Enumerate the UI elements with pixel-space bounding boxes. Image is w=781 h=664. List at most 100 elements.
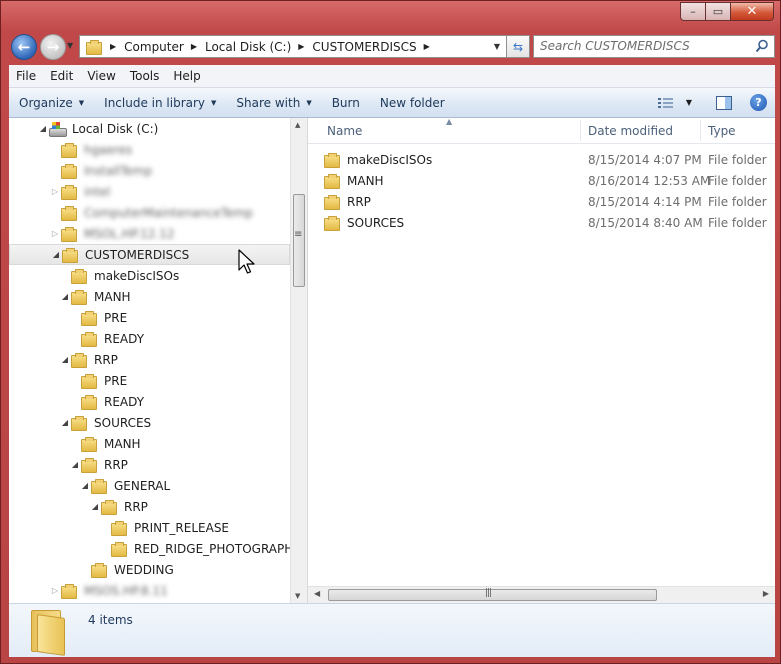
file-type: File folder <box>708 215 767 230</box>
organize-button[interactable]: Organize ▼ <box>9 88 94 117</box>
tree-item-sources-rrp[interactable]: ◢ RRP <box>69 454 128 475</box>
tree-item-manh-pre[interactable]: PRE <box>69 307 127 328</box>
tree-item-blurred[interactable]: ▷ MSOS.HP.8.11 <box>49 580 168 601</box>
column-name[interactable]: Name <box>327 118 362 143</box>
new-folder-button[interactable]: New folder <box>370 88 455 117</box>
chevron-down-icon: ▼ <box>211 98 217 107</box>
file-list-pane[interactable]: ▲ Name Date modified Type makeDiscISOs 8… <box>308 117 775 586</box>
tree-item-blurred[interactable]: ComputerMaintenanceTemp <box>49 202 253 223</box>
tree-item-rrp[interactable]: ◢ RRP <box>59 349 118 370</box>
scroll-down-icon[interactable]: ▼ <box>295 592 300 600</box>
breadcrumb-separator-icon[interactable]: ▶ <box>191 42 197 51</box>
expand-arrow-icon[interactable]: ◢ <box>59 355 71 364</box>
caption-buttons: – ▭ ✕ <box>680 2 774 21</box>
close-button[interactable]: ✕ <box>731 2 774 21</box>
include-in-library-button[interactable]: Include in library ▼ <box>94 88 226 117</box>
menu-tools[interactable]: Tools <box>123 69 167 83</box>
scrollbar-thumb[interactable] <box>293 194 305 287</box>
refresh-button[interactable]: ⇆ <box>507 35 530 58</box>
breadcrumb-local-disk[interactable]: Local Disk (C:) <box>205 40 291 54</box>
column-header-row: ▲ Name Date modified Type <box>308 117 775 144</box>
forward-button[interactable]: → <box>40 34 66 60</box>
tree-item-label: hgaeres <box>84 142 133 157</box>
tree-item-red-ridge-photography[interactable]: RED_RIDGE_PHOTOGRAPHY <box>99 538 290 559</box>
breadcrumb-separator-icon[interactable]: ▶ <box>110 42 116 51</box>
tree-item-blurred[interactable]: ▷ MSOL.HP.12.12 <box>49 223 174 244</box>
tree-item-general-rrp[interactable]: ◢ RRP <box>89 496 148 517</box>
tree-item-manh-ready[interactable]: READY <box>69 328 144 349</box>
column-date-modified[interactable]: Date modified <box>588 118 673 143</box>
file-row[interactable]: MANH 8/16/2014 12:53 AM File folder <box>324 170 775 191</box>
mouse-cursor-icon <box>238 249 255 274</box>
tree-item-manh[interactable]: ◢ MANH <box>59 286 131 307</box>
tree-item-makediscisos[interactable]: makeDiscISOs <box>59 265 179 286</box>
folder-icon <box>111 541 127 557</box>
column-divider[interactable] <box>580 120 581 141</box>
tree-item-rrp-ready[interactable]: READY <box>69 391 144 412</box>
search-box[interactable] <box>533 35 775 58</box>
expand-arrow-icon[interactable]: ◢ <box>37 124 49 133</box>
tree-item-label: RED_RIDGE_PHOTOGRAPHY <box>134 541 290 556</box>
menu-view[interactable]: View <box>80 69 122 83</box>
scroll-right-icon[interactable]: ▶ <box>763 589 769 598</box>
file-row[interactable]: SOURCES 8/15/2014 8:40 AM File folder <box>324 212 775 233</box>
collapsed-arrow-icon[interactable]: ▷ <box>49 229 61 238</box>
folder-icon <box>81 310 97 326</box>
tree-item-sources-manh[interactable]: MANH <box>69 433 141 454</box>
preview-pane-icon[interactable] <box>716 95 732 110</box>
file-name: makeDiscISOs <box>347 152 433 167</box>
navigation-pane-scrollbar[interactable]: ▲ ▼ <box>290 118 307 603</box>
tree-item-local-disk[interactable]: ◢ Local Disk (C:) <box>37 118 158 139</box>
column-divider[interactable] <box>700 120 701 141</box>
menu-edit[interactable]: Edit <box>43 69 80 83</box>
tree-item-label: MSOS.HP.8.11 <box>84 583 168 598</box>
tree-item-print-release[interactable]: PRINT_RELEASE <box>99 517 229 538</box>
include-in-library-label: Include in library <box>104 95 206 110</box>
tree-item-blurred[interactable]: hgaeres <box>49 139 132 160</box>
breadcrumb-customerdiscs[interactable]: CUSTOMERDISCS <box>312 40 416 54</box>
collapsed-arrow-icon[interactable]: ▷ <box>49 187 61 196</box>
expand-arrow-icon[interactable]: ◢ <box>50 250 62 259</box>
tree-item-blurred[interactable]: InstallTemp <box>49 160 152 181</box>
file-list-horizontal-scrollbar[interactable]: ◀ ▶ <box>308 586 775 603</box>
breadcrumb-computer[interactable]: Computer <box>124 40 184 54</box>
maximize-button[interactable]: ▭ <box>706 2 731 21</box>
address-bar[interactable]: ▶ Computer ▶ Local Disk (C:) ▶ CUSTOMERD… <box>79 35 507 58</box>
scroll-left-icon[interactable]: ◀ <box>314 589 320 598</box>
file-row[interactable]: makeDiscISOs 8/15/2014 4:07 PM File fold… <box>324 149 775 170</box>
change-view-button[interactable]: ▼ <box>657 97 692 109</box>
back-button[interactable]: ← <box>11 34 37 60</box>
tree-item-wedding[interactable]: WEDDING <box>79 559 174 580</box>
tree-item-sources[interactable]: ◢ SOURCES <box>59 412 151 433</box>
folder-icon <box>81 373 97 389</box>
search-icon[interactable] <box>755 39 769 53</box>
expand-arrow-icon[interactable]: ◢ <box>59 292 71 301</box>
tree-item-label: intel <box>84 184 111 199</box>
tree-item-general[interactable]: ◢ GENERAL <box>79 475 170 496</box>
folder-icon <box>61 226 77 242</box>
view-options-chevron-icon[interactable]: ▼ <box>686 98 692 107</box>
tree-item-blurred[interactable]: ▷ intel <box>49 181 110 202</box>
breadcrumb-separator-icon[interactable]: ▶ <box>424 42 430 51</box>
navigation-pane[interactable]: ◢ Local Disk (C:) hgaeres InstallTemp ▷ … <box>9 118 290 603</box>
expand-arrow-icon[interactable]: ◢ <box>79 481 91 490</box>
scroll-up-icon[interactable]: ▲ <box>295 121 300 129</box>
menu-file[interactable]: File <box>9 69 43 83</box>
column-type[interactable]: Type <box>708 118 736 143</box>
recent-pages-dropdown[interactable]: ▼ <box>67 41 73 50</box>
address-history-dropdown-icon[interactable]: ▼ <box>494 42 500 51</box>
expand-arrow-icon[interactable]: ◢ <box>89 502 101 511</box>
burn-button[interactable]: Burn <box>322 88 370 117</box>
collapsed-arrow-icon[interactable]: ▷ <box>49 586 61 595</box>
tree-item-rrp-pre[interactable]: PRE <box>69 370 127 391</box>
minimize-button[interactable]: – <box>680 2 706 21</box>
search-input[interactable] <box>540 39 750 53</box>
scrollbar-thumb[interactable] <box>328 588 657 601</box>
expand-arrow-icon[interactable]: ◢ <box>69 460 81 469</box>
breadcrumb-separator-icon[interactable]: ▶ <box>298 42 304 51</box>
share-with-button[interactable]: Share with ▼ <box>226 88 321 117</box>
help-icon[interactable]: ? <box>750 94 767 111</box>
menu-help[interactable]: Help <box>166 69 207 83</box>
file-row[interactable]: RRP 8/15/2014 4:14 PM File folder <box>324 191 775 212</box>
expand-arrow-icon[interactable]: ◢ <box>59 418 71 427</box>
